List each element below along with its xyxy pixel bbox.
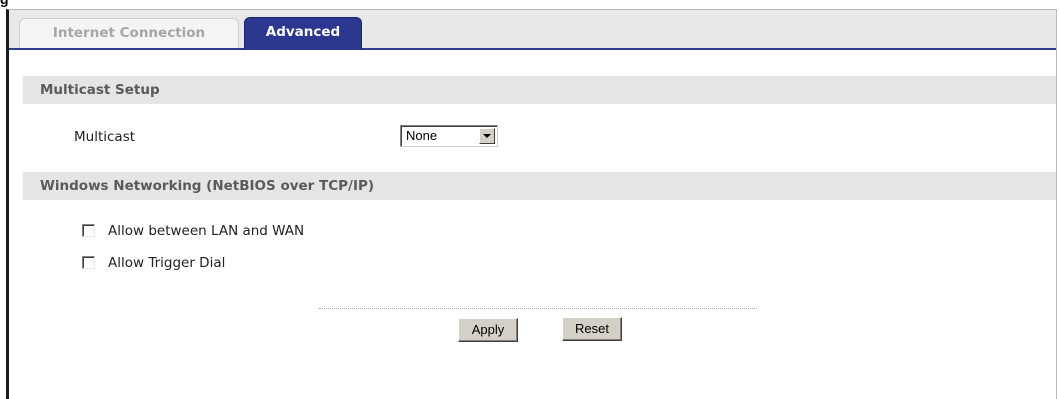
multicast-label: Multicast — [74, 129, 136, 145]
allow-lan-wan-label: Allow between LAN and WAN — [108, 223, 305, 239]
multicast-select[interactable]: None — [400, 125, 498, 147]
tab-internet-connection-label: Internet Connection — [52, 25, 206, 41]
reset-button[interactable]: Reset — [562, 317, 622, 341]
tab-bar: Internet Connection Advanced — [9, 10, 1056, 50]
multicast-selected-value: None — [406, 128, 438, 143]
tab-advanced-label: Advanced — [265, 24, 341, 40]
apply-button[interactable]: Apply — [458, 318, 518, 342]
windows-networking-title: Windows Networking (NetBIOS over TCP/IP) — [40, 178, 375, 194]
tab-internet-connection[interactable]: Internet Connection — [19, 18, 239, 48]
section-header-multicast-setup: Multicast Setup — [23, 76, 1056, 104]
allow-trigger-dial-checkbox[interactable] — [82, 256, 95, 269]
allow-lan-wan-checkbox[interactable] — [82, 224, 95, 237]
tab-advanced[interactable]: Advanced — [244, 17, 362, 50]
multicast-setup-title: Multicast Setup — [40, 82, 160, 98]
figure-caption-text: g — [0, 0, 9, 7]
allow-trigger-dial-label: Allow Trigger Dial — [108, 255, 226, 271]
chevron-down-icon[interactable] — [479, 128, 495, 144]
section-header-windows-networking: Windows Networking (NetBIOS over TCP/IP) — [23, 172, 1056, 200]
router-config-panel: Internet Connection Advanced Multicast S… — [6, 9, 1057, 399]
divider — [319, 308, 757, 309]
